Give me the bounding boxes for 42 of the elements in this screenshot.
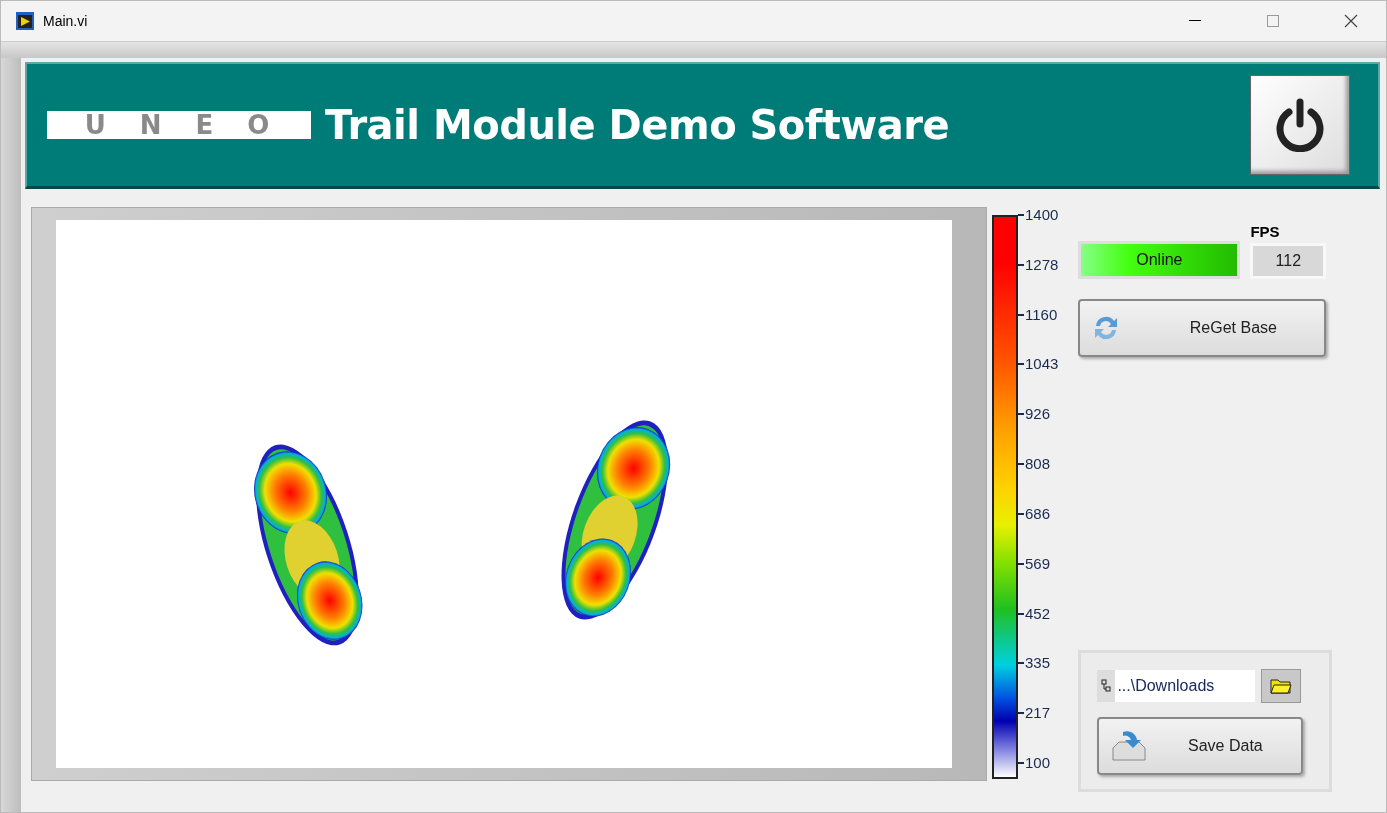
tick-mark (1018, 313, 1024, 316)
scale-tick-label: 100 (1025, 754, 1051, 771)
app-title: Trail Module Demo Software (325, 102, 951, 148)
path-field[interactable]: ...\Downloads (1097, 670, 1256, 702)
save-data-button[interactable]: Save Data (1097, 717, 1304, 775)
scale-tick-label: 808 (1025, 456, 1051, 473)
scale-tick-label: 686 (1025, 505, 1051, 522)
reget-base-button[interactable]: ReGet Base (1078, 299, 1327, 357)
window-title: Main.vi (43, 13, 89, 29)
minimize-icon (1189, 20, 1201, 22)
tick-mark (1018, 612, 1024, 615)
tick-mark (1018, 662, 1024, 665)
scale-tick-label: 1160 (1025, 306, 1058, 323)
tick-mark (1018, 512, 1024, 515)
tick-mark (1018, 413, 1024, 416)
power-button[interactable] (1250, 75, 1350, 175)
folder-icon (1270, 678, 1293, 694)
close-icon (1344, 14, 1358, 28)
scale-tick-label: 569 (1025, 555, 1051, 572)
scale-tick-label: 452 (1025, 605, 1051, 622)
power-icon (1275, 98, 1325, 152)
scale-tick-label: 1278 (1025, 256, 1059, 273)
scale-tick-label: 217 (1025, 705, 1051, 722)
status-indicator: Online (1078, 241, 1241, 279)
scale-tick-label: 1400 (1025, 207, 1059, 223)
maximize-icon (1267, 15, 1279, 27)
tick-mark (1018, 562, 1024, 565)
tick-mark (1018, 214, 1024, 216)
fps-label: FPS (1250, 223, 1280, 240)
logo: UNEO (47, 111, 311, 139)
browse-button[interactable] (1261, 669, 1302, 703)
tick-mark (1018, 463, 1024, 466)
tick-mark (1018, 263, 1024, 266)
path-icon (1101, 679, 1112, 693)
scale-tick-label: 926 (1025, 406, 1051, 423)
fps-value: 112 (1250, 243, 1327, 279)
scale-tick-label: 335 (1025, 655, 1051, 672)
tick-mark (1018, 761, 1024, 764)
tick-mark (1018, 712, 1024, 715)
scale-tick-label: 1043 (1025, 356, 1059, 373)
tick-mark (1018, 363, 1024, 366)
app-icon (15, 11, 35, 31)
